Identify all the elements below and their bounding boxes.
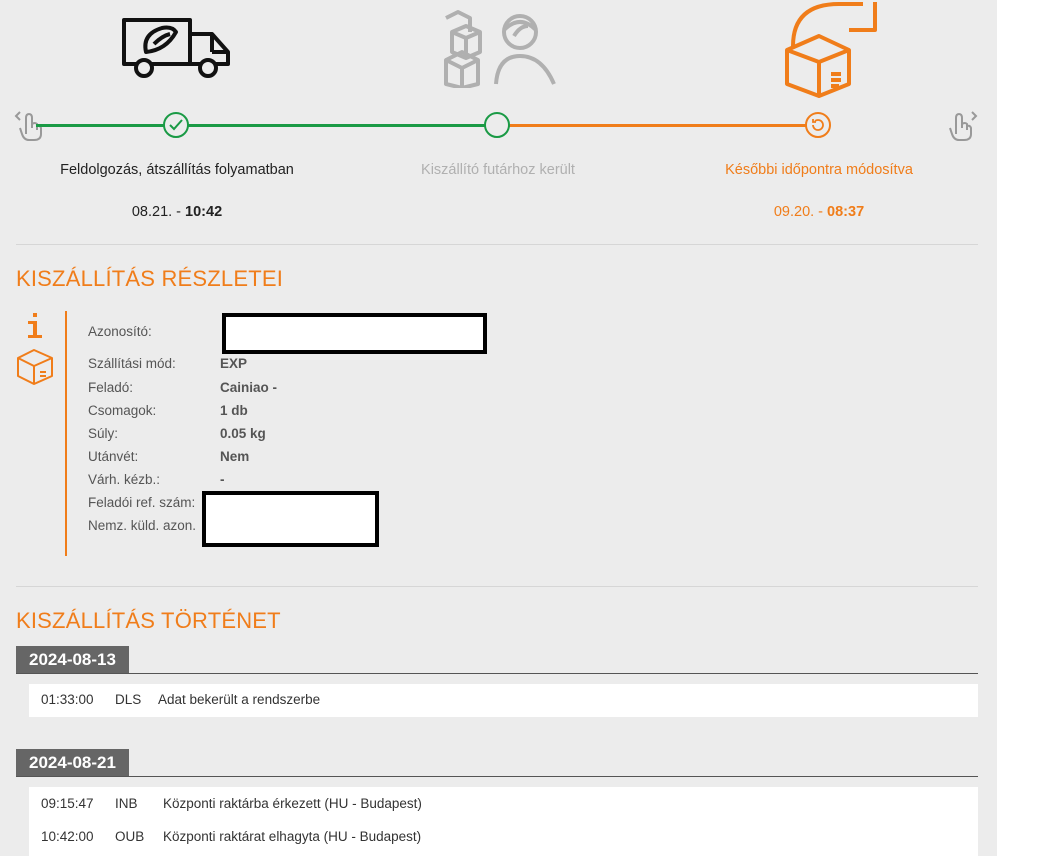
step-1-label: Feldolgozás, átszállítás folyamatban (60, 162, 294, 178)
track-line-pending (498, 124, 820, 127)
detail-value-shipping-mode: EXP (220, 356, 248, 371)
detail-label-weight: Súly: (88, 426, 119, 441)
detail-label-intl-id: Nemz. küld. azon. (88, 518, 197, 533)
event-text: Központi raktárba érkezett (HU - Budapes… (163, 796, 422, 811)
redacted-id-value (222, 313, 487, 354)
divider-middle (16, 586, 978, 587)
step-node-1[interactable] (163, 112, 189, 138)
delivery-truck-icon (122, 18, 230, 78)
courier-with-boxes-icon (444, 10, 556, 88)
history-events-1: 01:33:00 DLS Adat bekerült a rendszerbe (29, 684, 978, 717)
event-text: Adat bekerült a rendszerbe (158, 692, 321, 707)
rescheduled-package-icon (785, 2, 877, 98)
history-events-2: 09:15:47 INB Központi raktárba érkezett … (29, 787, 978, 856)
detail-label-packages: Csomagok: (88, 403, 157, 418)
step-3-date: 09.20. - (773, 204, 828, 220)
detail-value-weight: 0.05 kg (220, 426, 266, 441)
event-code: DLS (115, 692, 142, 707)
detail-label-id: Azonosító: (88, 324, 152, 339)
history-title: KISZÁLLÍTÁS TÖRTÉNET (16, 608, 281, 633)
detail-value-expected-delivery: - (220, 472, 225, 487)
detail-value-sender: Cainiao - (220, 380, 278, 395)
event-code: INB (115, 796, 138, 811)
step-1-time: 08.21. - 10:42 (12, 204, 342, 220)
detail-label-shipping-mode: Szállítási mód: (88, 356, 176, 371)
step-3-label: Későbbi időpontra módosítva (725, 162, 913, 178)
details-accent-bar (65, 311, 67, 556)
event-time: 10:42:00 (41, 829, 94, 844)
package-icon (17, 349, 53, 385)
step-node-3[interactable] (805, 112, 831, 138)
event-code: OUB (115, 829, 145, 844)
detail-label-expected-delivery: Várh. kézb.: (88, 472, 161, 487)
details-title: KISZÁLLÍTÁS RÉSZLETEI (16, 266, 284, 291)
step-3-hour: 08:37 (827, 204, 865, 220)
undo-arrow-icon (812, 119, 824, 131)
next-hand-icon[interactable] (948, 108, 980, 142)
date-rule-2 (16, 776, 978, 777)
event-text: Központi raktárat elhagyta (HU - Budapes… (163, 829, 422, 844)
history-date-2: 2024-08-21 (16, 749, 129, 777)
history-date-1: 2024-08-13 (16, 646, 129, 674)
detail-value-cod: Nem (220, 449, 250, 464)
step-3-time: 09.20. - 08:37 (654, 204, 984, 220)
step-1-date: 08.21. - (131, 204, 186, 220)
detail-label-sender-ref: Feladói ref. szám: (88, 495, 196, 510)
step-1-hour: 10:42 (185, 204, 223, 220)
detail-label-sender: Feladó: (88, 380, 134, 395)
detail-label-cod: Utánvét: (88, 449, 139, 464)
tracking-panel: Feldolgozás, átszállítás folyamatban 08.… (0, 0, 997, 856)
event-time: 09:15:47 (41, 796, 94, 811)
track-line-done (36, 124, 498, 127)
info-icon (28, 313, 42, 338)
step-2-label: Kiszállító futárhoz került (421, 162, 575, 178)
checkmark-icon (169, 119, 183, 131)
date-rule-1 (16, 673, 978, 674)
detail-value-packages: 1 db (220, 403, 248, 418)
event-time: 01:33:00 (41, 692, 94, 707)
divider-top (16, 244, 978, 245)
redacted-ref-values (202, 491, 379, 547)
step-node-2[interactable] (484, 112, 510, 138)
